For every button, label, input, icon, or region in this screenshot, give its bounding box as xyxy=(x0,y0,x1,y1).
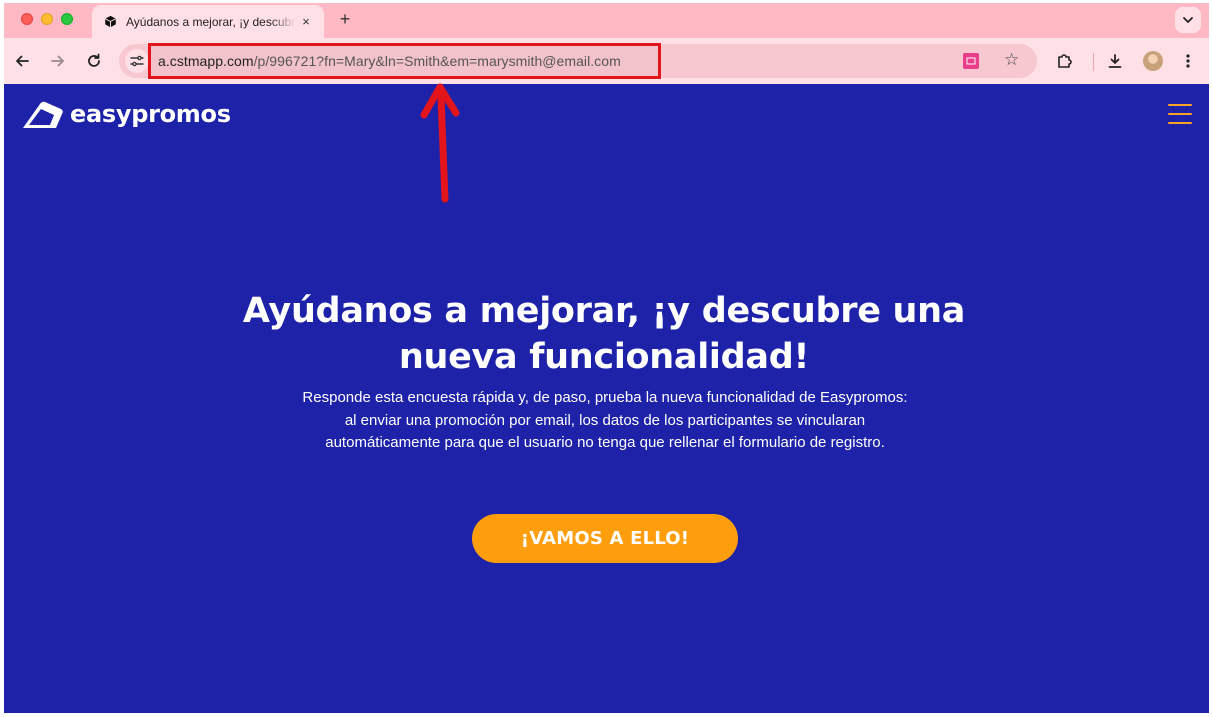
extension-icon[interactable] xyxy=(963,53,979,69)
url-host: a.cstmapp.com xyxy=(158,53,254,69)
tab-close-icon[interactable]: × xyxy=(298,14,314,29)
hero-title: Ayúdanos a mejorar, ¡y descubre una nuev… xyxy=(242,291,966,377)
kebab-menu-icon xyxy=(1186,54,1190,68)
back-button[interactable] xyxy=(11,50,33,72)
active-tab[interactable]: Ayúdanos a mejorar, ¡y descubre una nuev… xyxy=(92,5,324,38)
profile-avatar[interactable] xyxy=(1143,51,1163,71)
browser-menu-button[interactable] xyxy=(1177,50,1199,72)
chevron-down-icon xyxy=(1183,17,1193,24)
easypromos-logo-icon xyxy=(23,101,63,128)
tune-icon xyxy=(130,55,144,67)
star-icon[interactable]: ☆ xyxy=(1004,50,1019,70)
arrow-left-icon xyxy=(16,55,29,67)
extensions-button[interactable] xyxy=(1054,50,1076,72)
address-bar[interactable]: a.cstmapp.com/p/996721?fn=Mary&ln=Smith&… xyxy=(119,43,1037,79)
url-path: /p/996721?fn=Mary&ln=Smith&em=marysmith@… xyxy=(253,53,621,69)
reload-button[interactable] xyxy=(83,50,105,72)
browser-window: Ayúdanos a mejorar, ¡y descubre una nuev… xyxy=(4,3,1209,713)
site-info-button[interactable] xyxy=(125,49,149,73)
close-window-button[interactable] xyxy=(21,13,33,25)
browser-toolbar: a.cstmapp.com/p/996721?fn=Mary&ln=Smith&… xyxy=(4,38,1209,84)
minimize-window-button[interactable] xyxy=(41,13,53,25)
cta-button[interactable]: ¡VAMOS A ELLO! xyxy=(472,514,738,563)
new-tab-button[interactable]: + xyxy=(334,8,356,30)
downloads-button[interactable] xyxy=(1104,50,1126,72)
page-content: easypromos Ayúdanos a mejorar, ¡y descub… xyxy=(4,84,1209,713)
tab-search-button[interactable] xyxy=(1175,7,1201,33)
url-text[interactable]: a.cstmapp.com/p/996721?fn=Mary&ln=Smith&… xyxy=(158,53,621,69)
reload-icon xyxy=(88,53,100,67)
tab-title: Ayúdanos a mejorar, ¡y descubre una nuev… xyxy=(126,14,296,29)
tab-strip: Ayúdanos a mejorar, ¡y descubre una nuev… xyxy=(4,3,1209,38)
brand-logo[interactable]: easypromos xyxy=(20,98,231,130)
toolbar-divider xyxy=(1093,53,1094,71)
brand-name: easypromos xyxy=(70,100,231,128)
forward-button[interactable] xyxy=(47,50,69,72)
arrow-right-icon xyxy=(51,55,64,67)
cube-icon xyxy=(102,14,118,30)
maximize-window-button[interactable] xyxy=(61,13,73,25)
hamburger-menu-icon[interactable] xyxy=(1168,104,1192,126)
hero-description: Responde esta encuesta rápida y, de paso… xyxy=(302,389,908,451)
download-icon xyxy=(1108,54,1122,68)
puzzle-icon xyxy=(1058,54,1072,68)
